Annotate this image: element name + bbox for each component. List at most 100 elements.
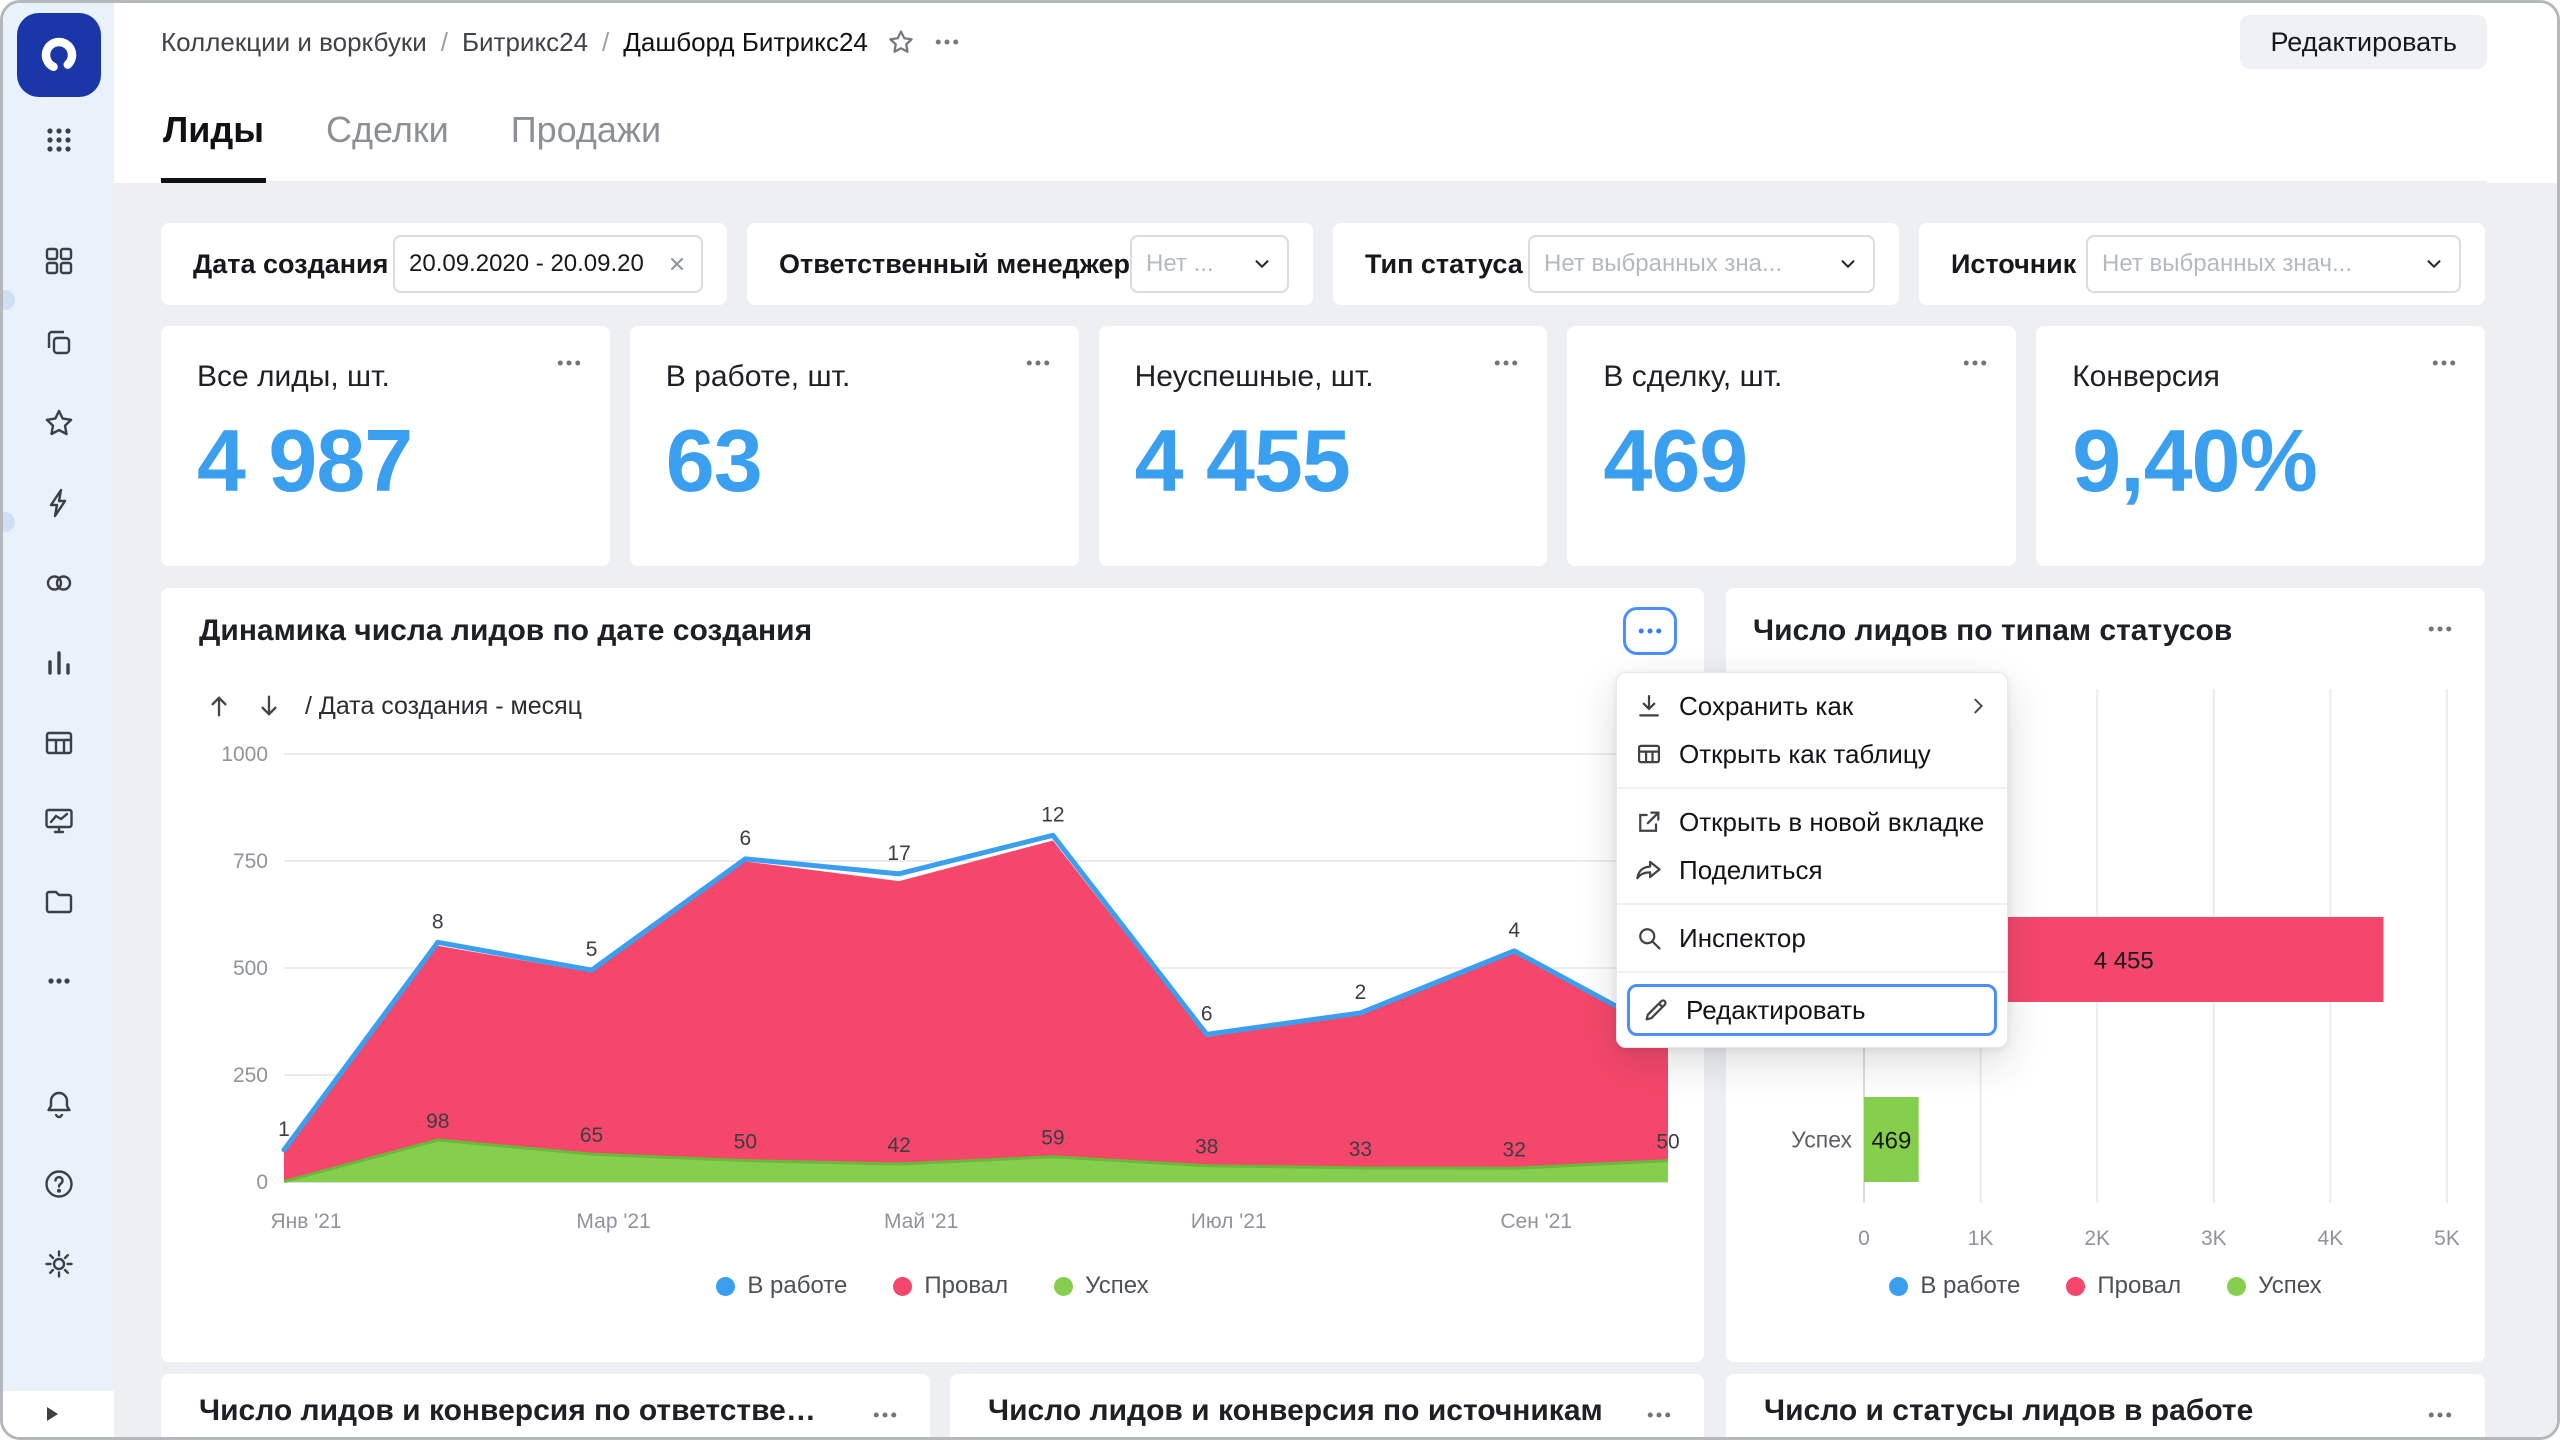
kpi-unsuccessful: Неуспешные, шт. 4 455	[1099, 326, 1548, 566]
widget-menu-icon[interactable]	[1952, 342, 1998, 384]
svg-text:1K: 1K	[1968, 1227, 1994, 1250]
widget-menu-icon[interactable]	[2421, 342, 2467, 384]
svg-text:50: 50	[734, 1131, 757, 1154]
download-icon	[1635, 692, 1663, 720]
sidebar-expand-button[interactable]	[43, 1405, 61, 1423]
edit-dashboard-button[interactable]: Редактировать	[2240, 15, 2487, 69]
menu-group: Сохранить как Открыть как таблицу	[1617, 673, 2007, 787]
kpi-conversion: Конверсия 9,40%	[2036, 326, 2485, 566]
svg-text:1: 1	[278, 1118, 290, 1141]
legend-in-progress[interactable]: В работе	[1889, 1272, 2020, 1300]
gear-icon[interactable]	[3, 1236, 114, 1292]
widget-menu-icon[interactable]	[1483, 342, 1529, 384]
rings-icon[interactable]	[3, 555, 114, 611]
menu-item-label: Инспектор	[1679, 923, 1806, 954]
kpi-all-leads: Все лиды, шт. 4 987	[161, 326, 610, 566]
kpi-value: 63	[666, 410, 1079, 512]
drill-up-icon[interactable]	[197, 684, 241, 728]
datalens-logo[interactable]	[17, 13, 101, 97]
select-placeholder: Нет выбранных знач...	[2102, 250, 2413, 278]
svg-text:Июл '21: Июл '21	[1191, 1210, 1267, 1233]
legend-fail[interactable]: Провал	[893, 1272, 1008, 1300]
filters-row: Дата создания 20.09.2020 - 20.09.20 Отве…	[161, 223, 2485, 305]
svg-text:5: 5	[586, 938, 598, 961]
menu-item-open-as-table[interactable]: Открыть как таблицу	[1617, 730, 2007, 778]
monitor-chart-icon[interactable]	[3, 793, 114, 849]
widget-menu-icon[interactable]	[2417, 1394, 2463, 1436]
legend-label: Провал	[924, 1272, 1008, 1300]
filter-creation-date: Дата создания 20.09.2020 - 20.09.20	[161, 223, 727, 305]
widget-menu-icon-active[interactable]	[1623, 607, 1677, 655]
external-link-icon	[1635, 808, 1663, 836]
drill-breadcrumb[interactable]: / Дата создания - месяц	[305, 692, 582, 721]
svg-text:8: 8	[432, 910, 444, 933]
star-icon[interactable]	[3, 395, 114, 451]
kpi-value: 4 455	[1135, 410, 1548, 512]
folder-icon[interactable]	[3, 873, 114, 929]
legend-dot	[2227, 1277, 2246, 1296]
menu-item-save-as[interactable]: Сохранить как	[1617, 682, 2007, 730]
manager-select[interactable]: Нет ...	[1130, 235, 1289, 293]
svg-text:6: 6	[1201, 1002, 1213, 1025]
kpi-row: Все лиды, шт. 4 987 В работе, шт. 63 Неу…	[161, 326, 2485, 566]
breadcrumb-collections[interactable]: Коллекции и воркбуки	[161, 27, 427, 58]
svg-text:50: 50	[1656, 1131, 1679, 1154]
pencil-icon	[1642, 996, 1670, 1024]
tab-leads[interactable]: Лиды	[161, 81, 266, 183]
bell-icon[interactable]	[3, 1077, 114, 1133]
menu-item-open-new-tab[interactable]: Открыть в новой вкладке	[1617, 798, 2007, 846]
bar-chart-icon[interactable]	[3, 635, 114, 691]
svg-text:Май '21: Май '21	[884, 1210, 958, 1233]
legend-success[interactable]: Успех	[1054, 1272, 1148, 1300]
svg-text:2: 2	[1355, 981, 1367, 1004]
filter-label: Источник	[1951, 249, 2076, 280]
clear-icon[interactable]	[667, 254, 687, 274]
svg-text:469: 469	[1871, 1128, 1911, 1155]
copy-icon[interactable]	[3, 315, 114, 371]
main-area: Коллекции и воркбуки / Битрикс24 / Дашбо…	[114, 3, 2557, 1437]
dashboard-more-icon[interactable]	[932, 27, 962, 57]
legend-fail[interactable]: Провал	[2066, 1272, 2181, 1300]
tab-deals[interactable]: Сделки	[324, 81, 451, 183]
menu-group: Редактировать	[1617, 971, 2007, 1047]
drill-down-icon[interactable]	[247, 684, 291, 728]
legend-label: Успех	[1085, 1272, 1148, 1300]
favorite-star-icon[interactable]	[886, 27, 916, 57]
filter-status-type: Тип статуса Нет выбранных зна...	[1333, 223, 1899, 305]
apps-grid-icon[interactable]	[3, 112, 114, 168]
tab-sales[interactable]: Продажи	[509, 81, 663, 183]
widget-menu-icon[interactable]	[2417, 608, 2463, 650]
svg-text:Сен '21: Сен '21	[1500, 1210, 1572, 1233]
source-select[interactable]: Нет выбранных знач...	[2086, 235, 2461, 293]
share-icon	[1635, 856, 1663, 884]
leads-by-manager-card: Число лидов и конверсия по ответственн..…	[161, 1374, 930, 1440]
menu-item-edit[interactable]: Редактировать	[1627, 984, 1997, 1036]
date-range-input[interactable]: 20.09.2020 - 20.09.20	[393, 235, 703, 293]
svg-text:17: 17	[887, 842, 910, 865]
legend-in-progress[interactable]: В работе	[716, 1272, 847, 1300]
question-icon[interactable]	[3, 1156, 114, 1212]
ellipsis-icon[interactable]	[3, 953, 114, 1009]
status-type-select[interactable]: Нет выбранных зна...	[1528, 235, 1875, 293]
menu-item-share[interactable]: Поделиться	[1617, 846, 2007, 894]
menu-item-label: Редактировать	[1686, 995, 1866, 1026]
leads-dynamics-plot[interactable]: 02505007501000Янв '21Мар '21Май '21Июл '…	[161, 738, 1704, 1238]
legend-dot	[1889, 1277, 1908, 1296]
kpi-value: 469	[1603, 410, 2016, 512]
widget-menu-icon[interactable]	[862, 1394, 908, 1436]
chevron-down-icon	[2423, 253, 2445, 275]
widget-menu-icon[interactable]	[546, 342, 592, 384]
play-icon	[43, 1405, 61, 1423]
svg-text:65: 65	[580, 1124, 603, 1147]
four-squares-icon[interactable]	[3, 233, 114, 289]
chevron-down-icon	[1251, 253, 1273, 275]
widget-menu-icon[interactable]	[1015, 342, 1061, 384]
lightning-icon[interactable]	[3, 475, 114, 531]
widget-menu-icon[interactable]	[1636, 1394, 1682, 1436]
table-grid-icon[interactable]	[3, 715, 114, 771]
menu-item-inspector[interactable]: Инспектор	[1617, 914, 2007, 962]
legend-label: В работе	[1920, 1272, 2020, 1300]
breadcrumb-workbook[interactable]: Битрикс24	[462, 27, 588, 58]
legend-success[interactable]: Успех	[2227, 1272, 2321, 1300]
svg-text:3K: 3K	[2201, 1227, 2227, 1250]
